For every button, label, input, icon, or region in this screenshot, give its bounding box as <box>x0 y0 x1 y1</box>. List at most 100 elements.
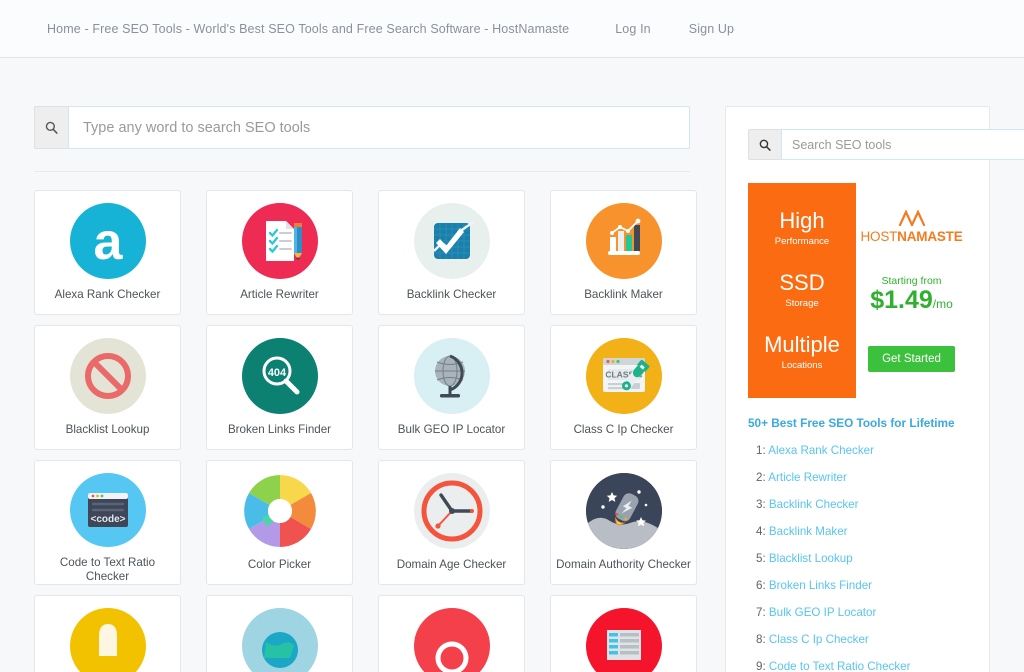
sidebar: High Performance SSD Storage Multiple Lo… <box>725 106 1024 672</box>
globe-partial-icon <box>241 608 318 672</box>
content-divider <box>34 171 690 172</box>
page-body: a Alexa Rank Checker <box>0 58 1024 672</box>
nav-signup-link[interactable]: Sign Up <box>689 22 734 36</box>
ad-features-panel: High Performance SSD Storage Multiple Lo… <box>748 183 856 398</box>
search-icon <box>45 121 58 134</box>
list-item-link[interactable]: Bulk GEO IP Locator <box>769 606 876 619</box>
list-item: 2: Article Rewriter <box>748 471 967 484</box>
tool-card-partial-1[interactable] <box>34 595 181 672</box>
ad-get-started-button[interactable]: Get Started <box>868 345 955 372</box>
list-item-link[interactable]: Class C Ip Checker <box>769 633 869 646</box>
list-item-link[interactable]: Blacklist Lookup <box>769 552 853 565</box>
tool-card-article-rewriter[interactable]: Article Rewriter <box>206 190 353 315</box>
ad-feature-high-performance: High Performance <box>774 207 830 247</box>
list-item-number: 1: <box>756 444 766 457</box>
ad-feature-subtitle: Performance <box>774 235 830 247</box>
tool-label: Domain Authority Checker <box>556 558 691 571</box>
ad-feature-title: SSD <box>779 269 825 295</box>
main-content: a Alexa Rank Checker <box>34 106 697 672</box>
search-submit-button[interactable] <box>34 106 68 149</box>
hostnamaste-logo: HOSTNAMASTE <box>860 209 963 245</box>
list-item-link[interactable]: Code to Text Ratio Checker <box>769 660 911 672</box>
tool-label: Code to Text Ratio Checker <box>59 556 156 584</box>
hostnamaste-mark-icon <box>898 209 925 227</box>
sidebar-search-input[interactable] <box>781 129 1024 160</box>
red-partial-icon <box>413 608 490 672</box>
svg-text:404: 404 <box>267 367 286 379</box>
red-table-partial-icon <box>585 608 662 672</box>
tool-card-bulk-geo-ip-locator[interactable]: Bulk GEO IP Locator <box>378 325 525 450</box>
list-item-number: 6: <box>756 579 766 592</box>
no-entry-icon <box>69 338 146 414</box>
list-item-link[interactable]: Backlink Checker <box>769 498 859 511</box>
sidebar-tools-list: 1: Alexa Rank Checker 2: Article Rewrite… <box>748 444 967 672</box>
tool-card-backlink-checker[interactable]: Backlink Checker <box>378 190 525 315</box>
browser-wrench-icon: CLASS C <box>585 338 662 414</box>
tool-card-partial-2[interactable] <box>206 595 353 672</box>
list-item: 4: Backlink Maker <box>748 525 967 538</box>
code-window-icon: <code> <box>69 473 146 548</box>
tool-label: Article Rewriter <box>240 288 319 301</box>
list-item-link[interactable]: Article Rewriter <box>768 471 847 484</box>
chart-check-icon <box>413 203 490 279</box>
tool-card-partial-4[interactable] <box>550 595 697 672</box>
nav-login-link[interactable]: Log In <box>615 22 651 36</box>
tool-card-blacklist-lookup[interactable]: Blacklist Lookup <box>34 325 181 450</box>
list-item: 8: Class C Ip Checker <box>748 633 967 646</box>
list-item-link[interactable]: Broken Links Finder <box>769 579 872 592</box>
tool-card-color-picker[interactable]: Color Picker <box>206 460 353 585</box>
list-item: 1: Alexa Rank Checker <box>748 444 967 457</box>
list-item-number: 9: <box>756 660 766 672</box>
ad-feature-title: High <box>779 207 825 233</box>
list-item-number: 8: <box>756 633 766 646</box>
tool-card-code-to-text-ratio-checker[interactable]: <code> Code to Text Ratio Checker <box>34 460 181 585</box>
list-item-number: 2: <box>756 471 766 484</box>
nav-home-link[interactable]: Home - Free SEO Tools - World's Best SEO… <box>47 22 569 36</box>
search-input[interactable] <box>68 106 690 149</box>
list-item: 3: Backlink Checker <box>748 498 967 511</box>
ad-price-block: Starting from $1.49/mo <box>870 276 953 314</box>
tool-label: Backlink Maker <box>584 288 663 301</box>
list-item-number: 4: <box>756 525 766 538</box>
tool-label: Blacklist Lookup <box>65 423 150 436</box>
color-wheel-icon <box>242 473 318 549</box>
logo-text-host: HOST <box>860 229 898 245</box>
hostnamaste-ad-banner[interactable]: High Performance SSD Storage Multiple Lo… <box>748 183 967 398</box>
main-search-bar <box>34 106 690 149</box>
tool-label: Alexa Rank Checker <box>54 288 161 301</box>
tool-card-broken-links-finder[interactable]: 404 Broken Links Finder <box>206 325 353 450</box>
list-item: 5: Blacklist Lookup <box>748 552 967 565</box>
tool-card-partial-3[interactable] <box>378 595 525 672</box>
tool-card-backlink-maker[interactable]: Backlink Maker <box>550 190 697 315</box>
list-item: 6: Broken Links Finder <box>748 579 967 592</box>
logo-text-namaste: NAMASTE <box>897 229 963 245</box>
ad-feature-ssd-storage: SSD Storage <box>779 269 825 309</box>
list-item-link[interactable]: Backlink Maker <box>769 525 848 538</box>
ad-feature-multiple-locations: Multiple Locations <box>764 334 840 372</box>
tool-card-domain-age-checker[interactable]: Domain Age Checker <box>378 460 525 585</box>
svg-text:<code>: <code> <box>90 514 125 525</box>
sidebar-search-submit-button[interactable] <box>748 129 781 160</box>
ad-price-period: /mo <box>932 297 953 312</box>
tool-label: Class C Ip Checker <box>573 423 674 436</box>
list-item-number: 5: <box>756 552 766 565</box>
list-item-link[interactable]: Alexa Rank Checker <box>768 444 874 457</box>
tool-label: Bulk GEO IP Locator <box>397 423 506 436</box>
ad-feature-subtitle: Locations <box>781 360 823 372</box>
sidebar-list-heading: 50+ Best Free SEO Tools for Lifetime <box>748 416 955 430</box>
list-item: 9: Code to Text Ratio Checker <box>748 660 967 672</box>
tool-label: Broken Links Finder <box>227 423 332 436</box>
globe-icon <box>413 338 490 414</box>
magnifier-404-icon: 404 <box>241 338 318 414</box>
document-pencil-icon <box>241 203 318 279</box>
search-icon <box>759 139 771 151</box>
tool-label: Backlink Checker <box>406 288 497 301</box>
list-item: 7: Bulk GEO IP Locator <box>748 606 967 619</box>
tool-card-class-c-ip-checker[interactable]: CLASS C Class C Ip Checker <box>550 325 697 450</box>
tool-label: Domain Age Checker <box>396 558 507 571</box>
alexa-a-icon: a <box>69 203 146 279</box>
rocket-space-icon <box>585 473 662 549</box>
tool-card-alexa-rank-checker[interactable]: a Alexa Rank Checker <box>34 190 181 315</box>
ad-offer-panel: HOSTNAMASTE Starting from $1.49/mo Get S… <box>856 183 967 398</box>
tool-card-domain-authority-checker[interactable]: Domain Authority Checker <box>550 460 697 585</box>
